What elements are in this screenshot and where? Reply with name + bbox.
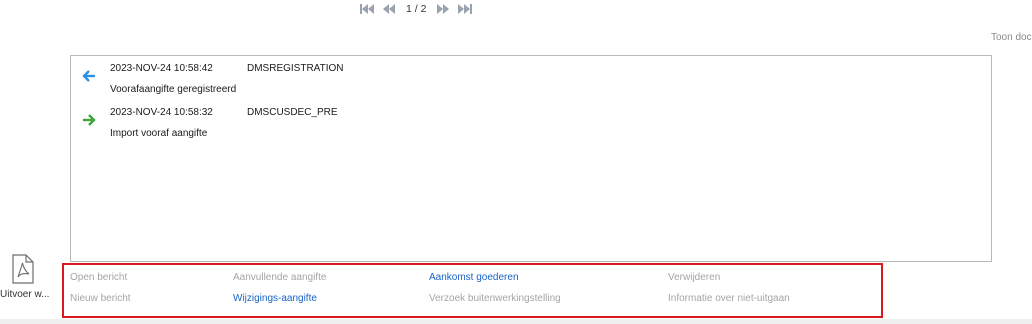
page-indicator: 1 / 2 [406,3,427,15]
last-page-icon[interactable] [456,2,473,16]
bottom-divider [0,319,1032,324]
message-timestamp: 2023-NOV-24 10:58:42 [110,63,213,74]
export-pdf-button[interactable]: Uitvoer w... [0,254,52,304]
pager: 1 / 2 [360,1,473,17]
message-timestamp: 2023-NOV-24 10:58:32 [110,107,213,118]
export-pdf-label: Uitvoer w... [0,289,50,300]
previous-page-icon[interactable] [381,2,397,16]
message-row[interactable]: 2023-NOV-24 10:58:32 DMSCUSDEC_PRE Impor… [71,100,991,140]
first-page-icon[interactable] [360,2,376,16]
open-bericht-link[interactable]: Open bericht [70,272,127,283]
message-actions-panel: Open bericht Nieuw bericht Aanvullende a… [62,263,883,318]
message-source: DMSCUSDEC_PRE [247,107,338,118]
next-page-icon[interactable] [435,2,451,16]
aankomst-goederen-link[interactable]: Aankomst goederen [429,272,519,283]
pdf-icon [11,254,35,284]
informatie-niet-uitgaan-link[interactable]: Informatie over niet-uitgaan [668,293,790,304]
verzoek-buitenwerkingstelling-link[interactable]: Verzoek buitenwerkingstelling [429,293,561,304]
message-description: Voorafaangifte geregistreerd [110,84,237,95]
wijzigings-aangifte-link[interactable]: Wijzigings-aangifte [233,293,317,304]
message-description: Import vooraf aangifte [110,128,208,139]
arrow-left-icon [82,69,96,83]
message-list: 2023-NOV-24 10:58:42 DMSREGISTRATION Voo… [70,55,992,262]
nieuw-bericht-link[interactable]: Nieuw bericht [70,293,131,304]
aanvullende-aangifte-link[interactable]: Aanvullende aangifte [233,272,326,283]
verwijderen-link[interactable]: Verwijderen [668,272,720,283]
arrow-right-icon [82,113,96,127]
message-source: DMSREGISTRATION [247,63,344,74]
toon-document-link[interactable]: Toon doc [991,32,1032,43]
message-row[interactable]: 2023-NOV-24 10:58:42 DMSREGISTRATION Voo… [71,56,991,96]
